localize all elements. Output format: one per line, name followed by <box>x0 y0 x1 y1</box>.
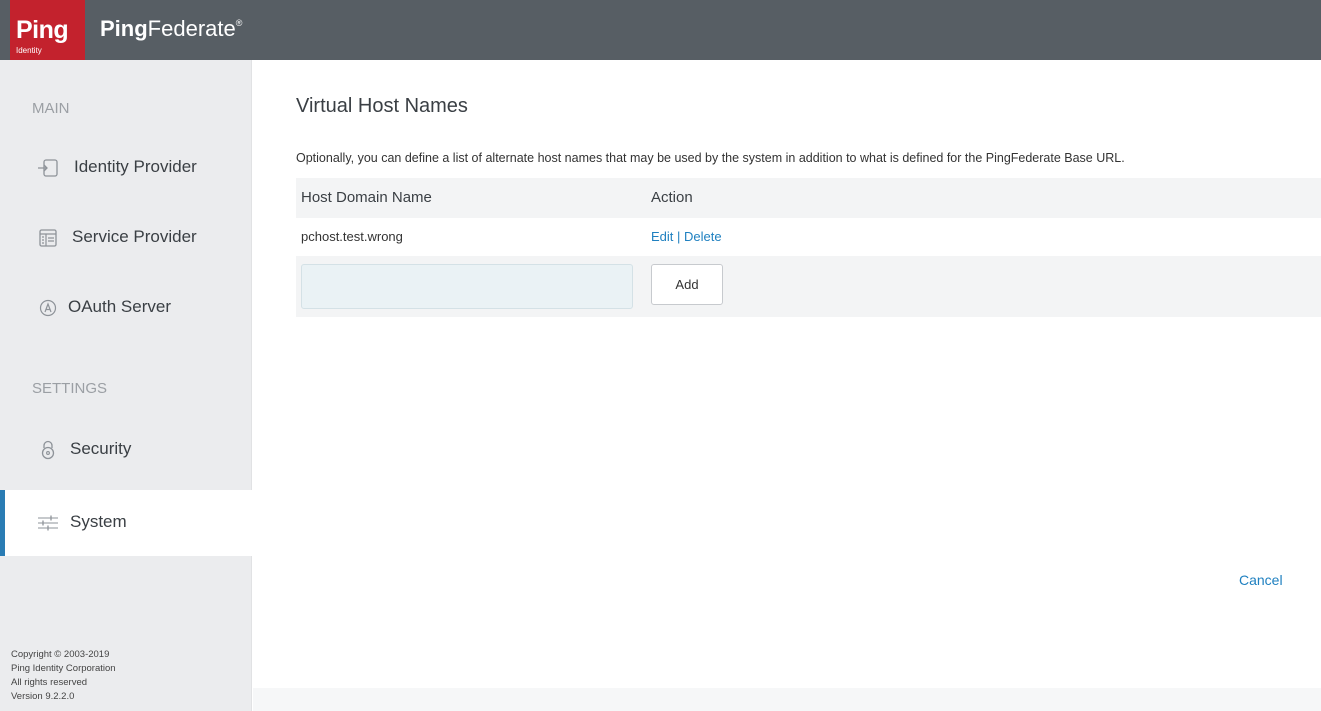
action-separator: | <box>677 229 681 244</box>
table-row: pchost.test.wrong Edit | Delete <box>296 218 1321 256</box>
delete-link[interactable]: Delete <box>684 229 722 244</box>
host-name-cell: pchost.test.wrong <box>301 229 403 244</box>
sliders-icon <box>37 512 59 534</box>
top-header: Ping Identity PingFederate® <box>0 0 1321 63</box>
column-header-host: Host Domain Name <box>301 189 432 206</box>
service-provider-icon <box>37 227 59 249</box>
rights-line: All rights reserved <box>11 677 88 688</box>
cancel-link[interactable]: Cancel <box>1239 572 1283 588</box>
company-line: Ping Identity Corporation <box>11 663 116 674</box>
action-cell: Edit | Delete <box>651 229 722 244</box>
add-host-row: Add <box>296 256 1321 317</box>
sidebar-item-security[interactable]: Security <box>0 417 252 483</box>
host-domain-input[interactable] <box>301 264 633 309</box>
sidebar-item-identity-provider[interactable]: Identity Provider <box>0 135 252 201</box>
registered-mark: ® <box>235 18 243 28</box>
sidebar-item-label: Security <box>70 439 132 458</box>
oauth-server-icon <box>37 297 59 319</box>
app-name-bold: Ping <box>100 16 148 41</box>
sidebar-item-oauth-server[interactable]: OAuth Server <box>0 275 252 341</box>
section-label-main: MAIN <box>32 100 70 117</box>
lock-icon <box>37 439 59 461</box>
page-title: Virtual Host Names <box>296 95 468 117</box>
copyright-line: Copyright © 2003-2019 <box>11 649 110 660</box>
column-header-action: Action <box>651 189 693 206</box>
sidebar-item-service-provider[interactable]: Service Provider <box>0 205 252 271</box>
app-name-rest: Federate <box>147 16 236 41</box>
logo-subtext: Identity <box>16 46 42 55</box>
version-line: Version 9.2.2.0 <box>11 691 75 702</box>
sidebar-item-label: System <box>70 512 127 531</box>
page-description: Optionally, you can define a list of alt… <box>296 151 1125 165</box>
ping-identity-logo[interactable]: Ping Identity <box>10 0 85 63</box>
add-button[interactable]: Add <box>651 264 723 305</box>
logo-word: Ping <box>16 16 69 44</box>
bottom-action-bar <box>253 688 1321 711</box>
sidebar-item-system[interactable]: System <box>0 490 261 556</box>
edit-link[interactable]: Edit <box>651 229 673 244</box>
copyright-footer: Copyright © 2003-2019 Ping Identity Corp… <box>11 648 116 704</box>
sidebar-item-label: OAuth Server <box>68 297 171 316</box>
section-label-settings: SETTINGS <box>32 380 108 397</box>
virtual-host-table: Host Domain Name Action pchost.test.wron… <box>296 178 1321 317</box>
sidebar-item-label: Service Provider <box>72 227 197 246</box>
sidebar: MAIN Identity Provider Service Provider … <box>0 60 261 711</box>
sidebar-item-label: Identity Provider <box>74 157 197 176</box>
app-name: PingFederate® <box>100 16 242 42</box>
identity-provider-icon <box>37 157 59 179</box>
table-header: Host Domain Name Action <box>296 178 1321 218</box>
